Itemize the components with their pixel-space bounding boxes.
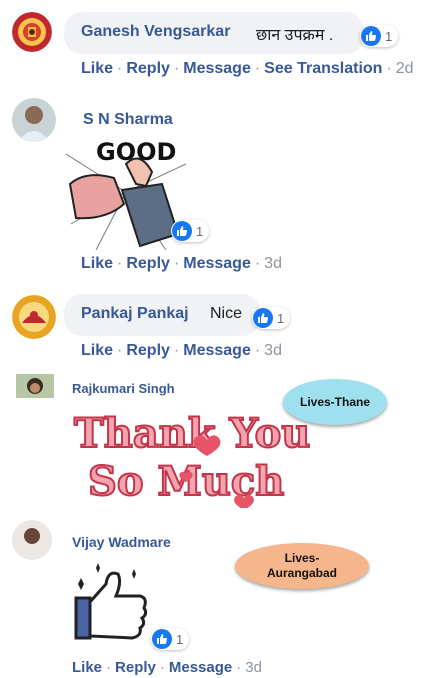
avatar-pankaj[interactable] xyxy=(12,295,56,339)
reply-link[interactable]: Reply xyxy=(126,342,170,359)
thumbs-up-sticker xyxy=(70,562,152,644)
timestamp[interactable]: 3d xyxy=(264,255,282,272)
heart-icon xyxy=(179,435,254,508)
callout-label: Aurangabad xyxy=(266,566,337,580)
good-sticker: GOOD xyxy=(65,134,187,251)
person-photo-icon xyxy=(12,520,52,560)
thumbs-up-icon xyxy=(361,26,381,46)
separator: · xyxy=(236,659,242,676)
separator: · xyxy=(173,342,180,359)
like-count: 1 xyxy=(196,223,204,239)
separator: · xyxy=(173,60,180,77)
thank-you-sticker: Thank You So Much xyxy=(66,402,311,508)
comment-text: छान उपक्रम . xyxy=(256,27,334,44)
like-link[interactable]: Like xyxy=(81,60,113,77)
like-reaction-count[interactable]: 1 xyxy=(151,628,190,650)
message-link[interactable]: Message xyxy=(169,659,232,676)
callout-label: Lives-Thane xyxy=(299,394,371,409)
see-translation-link[interactable]: See Translation xyxy=(264,60,382,77)
comment-text: Nice xyxy=(210,305,243,322)
comment-actions: Like · Reply · Message · 3d xyxy=(72,659,262,676)
emblem-logo-icon xyxy=(12,12,52,52)
separator: · xyxy=(386,60,392,77)
person-photo-icon xyxy=(12,98,56,142)
timestamp[interactable]: 3d xyxy=(245,659,262,676)
reply-link[interactable]: Reply xyxy=(126,255,170,272)
message-link[interactable]: Message xyxy=(183,255,251,272)
comment-actions: Like · Reply · Message · See Translation · 2d xyxy=(81,60,414,78)
separator: · xyxy=(117,255,123,272)
separator: · xyxy=(106,659,112,676)
sticker-caption: GOOD xyxy=(96,138,177,166)
like-count: 1 xyxy=(176,631,184,647)
commenter-name[interactable]: Pankaj Pankaj xyxy=(81,305,189,323)
message-link[interactable]: Message xyxy=(183,342,251,359)
thumbs-up-icon xyxy=(253,308,273,328)
reply-link[interactable]: Reply xyxy=(115,659,156,676)
commenter-name[interactable]: S N Sharma xyxy=(83,111,173,129)
separator: · xyxy=(254,255,261,272)
separator: · xyxy=(173,255,180,272)
like-reaction-count[interactable]: 1 xyxy=(360,25,399,47)
person-photo-icon xyxy=(16,374,54,398)
comment-actions: Like · Reply · Message · 3d xyxy=(81,255,282,273)
separator: · xyxy=(254,60,261,77)
like-count: 1 xyxy=(385,28,393,44)
separator: · xyxy=(117,60,123,77)
commenter-name[interactable]: Vijay Wadmare xyxy=(72,534,171,550)
like-count: 1 xyxy=(277,310,285,326)
timestamp[interactable]: 2d xyxy=(396,60,414,77)
thumbs-up-icon xyxy=(172,221,192,241)
like-link[interactable]: Like xyxy=(81,342,113,359)
thumbs-up-sticker-icon xyxy=(74,563,148,640)
commenter-name[interactable]: Ganesh Vengsarkar xyxy=(81,23,230,41)
callout-label: Lives- xyxy=(284,551,320,565)
avatar-ganesh[interactable] xyxy=(12,12,52,52)
message-link[interactable]: Message xyxy=(183,60,251,77)
avatar-vijay[interactable] xyxy=(12,520,52,560)
like-reaction-count[interactable]: 1 xyxy=(252,307,291,329)
separator: · xyxy=(159,659,165,676)
thumbs-up-icon xyxy=(152,629,172,649)
like-link[interactable]: Like xyxy=(72,659,102,676)
separator: · xyxy=(254,342,261,359)
avatar-rajkumari[interactable] xyxy=(16,374,54,398)
callout-location-thane: Lives-Thane xyxy=(283,379,387,425)
timestamp[interactable]: 3d xyxy=(264,342,282,359)
reply-link[interactable]: Reply xyxy=(126,60,170,77)
commenter-name[interactable]: Rajkumari Singh xyxy=(72,381,175,396)
comment-actions: Like · Reply · Message · 3d xyxy=(81,342,282,360)
like-link[interactable]: Like xyxy=(81,255,113,272)
avatar-sn-sharma[interactable] xyxy=(12,98,56,142)
like-reaction-count[interactable]: 1 xyxy=(171,220,210,242)
emblem-logo-icon xyxy=(12,295,56,339)
separator: · xyxy=(117,342,123,359)
callout-location-aurangabad: Lives- Aurangabad xyxy=(235,543,369,589)
